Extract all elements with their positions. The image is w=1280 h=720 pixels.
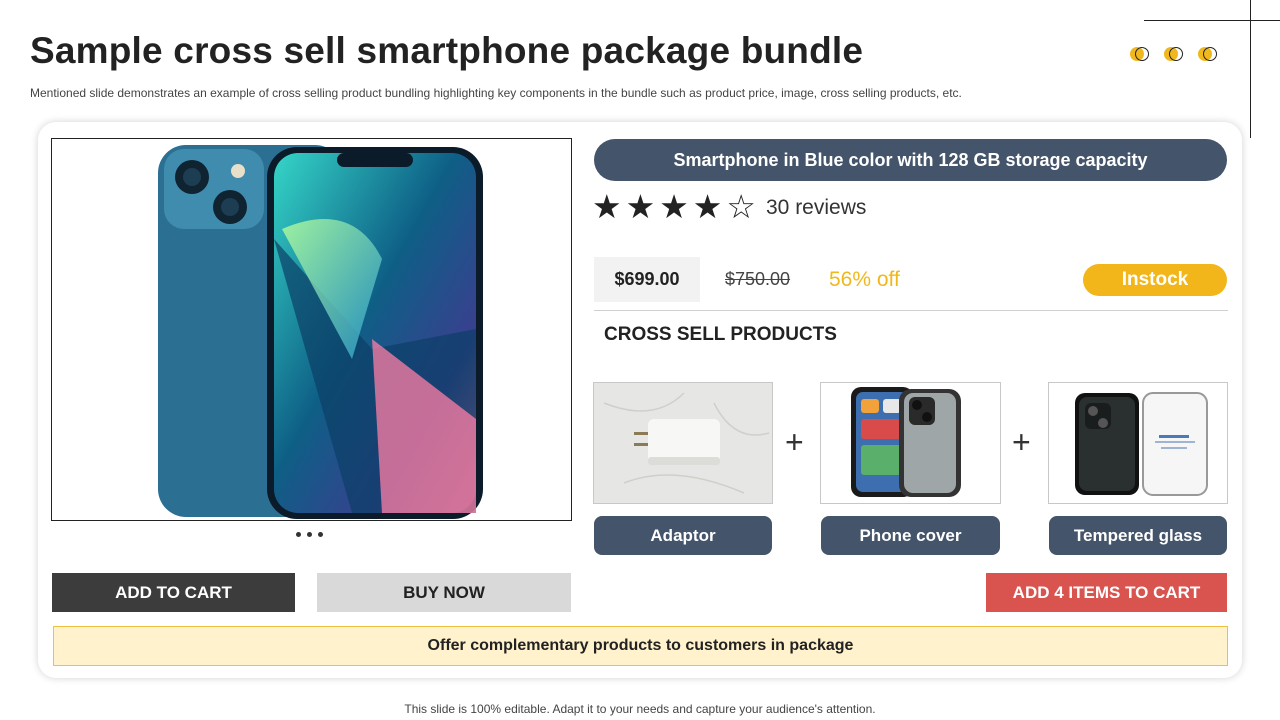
- star-empty-icon[interactable]: ☆: [726, 190, 756, 224]
- corner-line-vertical: [1250, 0, 1251, 138]
- cross-sell-item-tempered-glass[interactable]: Tempered glass: [1049, 516, 1227, 555]
- star-rating[interactable]: ★ ★ ★ ★ ☆: [592, 190, 756, 224]
- plus-icon: +: [1012, 424, 1031, 460]
- adaptor-image[interactable]: [593, 382, 773, 504]
- carousel-dot[interactable]: [296, 532, 301, 537]
- smartphone-image: [158, 145, 483, 519]
- circle-icon: [1198, 46, 1218, 62]
- circle-icon: [1164, 46, 1184, 62]
- cross-sell-item-phone-cover[interactable]: Phone cover: [821, 516, 1000, 555]
- carousel-dot[interactable]: [318, 532, 323, 537]
- circle-icon: [1130, 46, 1150, 62]
- buy-now-button[interactable]: BUY NOW: [317, 573, 571, 612]
- add-all-items-button[interactable]: ADD 4 ITEMS TO CART: [986, 573, 1227, 612]
- offer-banner: Offer complementary products to customer…: [53, 626, 1228, 666]
- original-price: $750.00: [725, 269, 791, 289]
- divider: [594, 310, 1228, 311]
- corner-line-horizontal: [1144, 20, 1280, 21]
- star-filled-icon[interactable]: ★: [592, 190, 622, 224]
- slide-subtitle: Mentioned slide demonstrates an example …: [30, 86, 962, 100]
- product-image[interactable]: [51, 138, 572, 521]
- star-filled-icon[interactable]: ★: [626, 190, 656, 224]
- reviews-count[interactable]: 30 reviews: [766, 196, 866, 220]
- discount-label: 56% off: [829, 268, 900, 291]
- cross-sell-heading: CROSS SELL PRODUCTS: [604, 324, 837, 345]
- slide-footer: This slide is 100% editable. Adapt it to…: [404, 702, 876, 716]
- current-price: $699.00: [594, 257, 700, 302]
- star-filled-icon[interactable]: ★: [659, 190, 689, 224]
- product-name-banner: Smartphone in Blue color with 128 GB sto…: [594, 139, 1227, 181]
- phone-cover-image[interactable]: [820, 382, 1001, 504]
- tempered-glass-image[interactable]: [1048, 382, 1228, 504]
- decorative-circles: [1130, 46, 1218, 62]
- add-to-cart-button[interactable]: ADD TO CART: [52, 573, 295, 612]
- carousel-dot[interactable]: [307, 532, 312, 537]
- star-filled-icon[interactable]: ★: [693, 190, 723, 224]
- plus-icon: +: [785, 424, 804, 460]
- slide-title: Sample cross sell smartphone package bun…: [30, 30, 864, 71]
- carousel-dots[interactable]: [296, 532, 323, 537]
- cross-sell-item-adaptor[interactable]: Adaptor: [594, 516, 772, 555]
- stock-badge: Instock: [1083, 264, 1227, 296]
